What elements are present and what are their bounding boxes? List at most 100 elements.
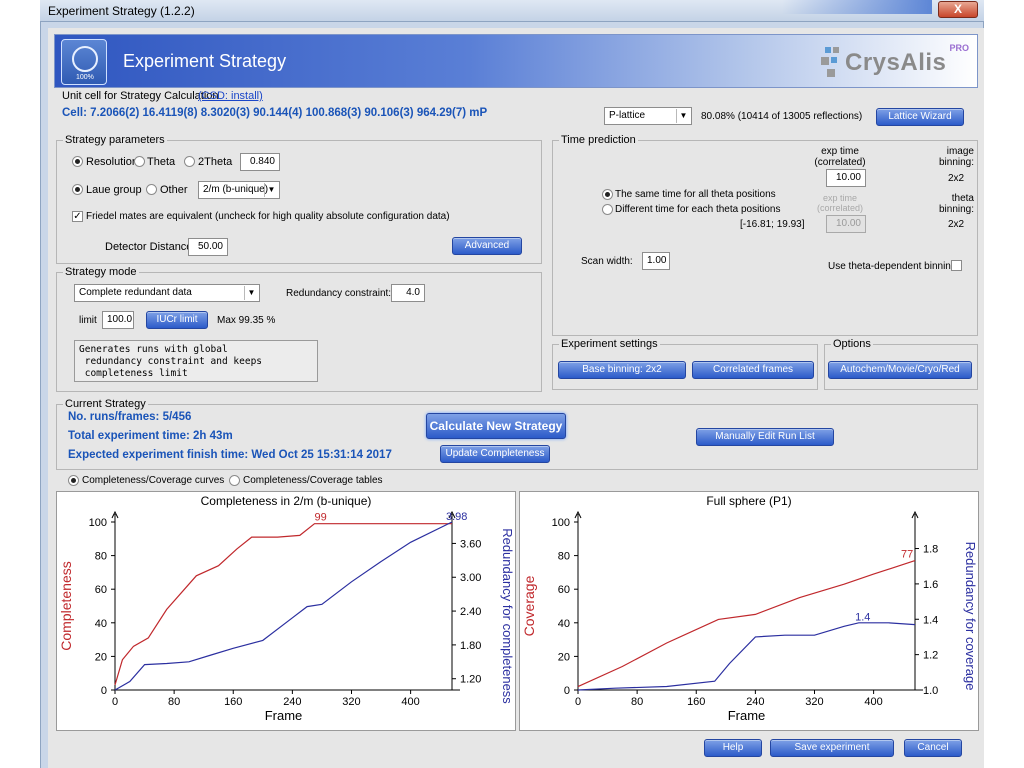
close-button[interactable]: X <box>938 1 978 18</box>
exp-time-header: exp time (correlated) <box>814 146 866 168</box>
series-end-label: 99 <box>315 512 327 524</box>
lattice-select[interactable]: P-lattice ▼ <box>604 107 692 125</box>
exp-time-input[interactable]: 10.00 <box>826 169 866 187</box>
x-tick-label: 400 <box>401 696 419 708</box>
x-tick-label: 240 <box>746 696 764 708</box>
laue-group-select[interactable]: 2/m (b-unique) ▼ <box>198 181 280 199</box>
curves-radio[interactable] <box>68 475 79 486</box>
autochem-button[interactable]: Autochem/Movie/Cryo/Red <box>828 361 972 379</box>
image-binning-header: image binning: <box>938 146 974 168</box>
strategy-mode-select[interactable]: Complete redundant data ▼ <box>74 284 260 302</box>
x-tick-label: 0 <box>112 696 118 708</box>
x-tick-label: 320 <box>805 696 823 708</box>
x-axis-label: Frame <box>265 708 303 723</box>
resolution-radio[interactable] <box>72 156 83 167</box>
theta-binning-value: 2x2 <box>948 219 965 230</box>
scan-width-input[interactable]: 1.00 <box>642 252 670 270</box>
detector-distance-label: Detector Distance <box>105 241 193 253</box>
save-experiment-button[interactable]: Save experiment <box>770 739 894 757</box>
iucr-limit-button[interactable]: IUCr limit <box>146 311 208 329</box>
crysalis-mark-icon <box>821 47 839 77</box>
y2-tick-label: 3.60 <box>460 538 481 550</box>
theta-dependent-checkbox[interactable] <box>951 260 962 271</box>
y-tick-label: 80 <box>558 551 570 563</box>
y-tick-label: 60 <box>95 584 107 596</box>
correlated-frames-button[interactable]: Correlated frames <box>692 361 814 379</box>
y-tick-label: 60 <box>558 584 570 596</box>
y-tick-label: 0 <box>564 685 570 697</box>
y2-tick-label: 2.40 <box>460 606 481 618</box>
resolution-input[interactable]: 0.840 <box>240 153 280 171</box>
completeness-series-line <box>577 560 916 688</box>
theta-radio[interactable] <box>134 156 145 167</box>
image-binning-value: 2x2 <box>948 173 965 184</box>
titlebar-highlight <box>782 0 932 14</box>
time-prediction-group: Time prediction <box>552 134 978 336</box>
x-tick-label: 400 <box>864 696 882 708</box>
theta-dependent-label: Use theta-dependent binning <box>828 261 957 272</box>
y-tick-label: 100 <box>552 517 570 529</box>
different-time-radio[interactable] <box>602 204 613 215</box>
y2-tick-label: 1.20 <box>460 674 481 686</box>
calculate-strategy-button[interactable]: Calculate New Strategy <box>426 413 566 439</box>
unit-cell-value: Cell: 7.2066(2) 16.4119(8) 8.3020(3) 90.… <box>62 107 488 119</box>
y2-tick-label: 1.0 <box>923 685 938 697</box>
same-time-radio[interactable] <box>602 189 613 200</box>
y2-axis-label: Redundancy for coverage <box>963 542 978 691</box>
coverage-chart: Full sphere (P1) 0 80 160 240 320 400 0 20 40 60 8… <box>519 491 979 731</box>
y2-tick-label: 1.8 <box>923 544 938 556</box>
y-tick-label: 40 <box>558 618 570 630</box>
two-theta-label: 2Theta <box>198 156 233 168</box>
base-binning-button[interactable]: Base binning: 2x2 <box>558 361 686 379</box>
redundancy-series-line <box>114 521 453 691</box>
x-tick-label: 0 <box>575 696 581 708</box>
csd-install-link[interactable]: (CSD: install) <box>198 90 263 102</box>
experiment-settings-title: Experiment settings <box>559 338 660 350</box>
max-completeness-label: Max 99.35 % <box>217 315 276 326</box>
two-theta-radio[interactable] <box>184 156 195 167</box>
runs-frames-text: No. runs/frames: 5/456 <box>68 411 192 423</box>
lattice-wizard-button[interactable]: Lattice Wizard <box>876 108 964 126</box>
y-tick-label: 40 <box>95 618 107 630</box>
redundancy-constraint-input[interactable]: 4.0 <box>391 284 425 302</box>
completeness-chart-plot: 0 80 160 240 320 400 0 20 40 60 80 100 1.20 1.80 2.40 3… <box>58 510 515 723</box>
strategy-description: Generates runs with global redundancy co… <box>74 340 318 382</box>
chevron-down-icon: ▼ <box>676 109 690 123</box>
help-button[interactable]: Help <box>704 739 762 757</box>
limit-input[interactable]: 100.0 <box>102 311 134 329</box>
theta-label: Theta <box>147 156 176 168</box>
strategy-mode-title: Strategy mode <box>63 266 139 278</box>
chevron-down-icon: ▼ <box>244 286 258 300</box>
y-axis-label: Coverage <box>521 575 537 636</box>
other-radio[interactable] <box>146 184 157 195</box>
friedel-checkbox[interactable]: ✓ <box>72 211 83 222</box>
update-completeness-button[interactable]: Update Completeness <box>440 445 550 463</box>
header-banner: 100% Experiment Strategy CrysAlis PRO <box>54 34 978 88</box>
coverage-chart-plot: 0 80 160 240 320 400 0 20 40 60 80 100 1.0 1.2 1.4 1.6 1… <box>521 510 978 723</box>
laue-group-radio[interactable] <box>72 184 83 195</box>
time-prediction-title: Time prediction <box>559 134 638 146</box>
tables-radio[interactable] <box>229 475 240 486</box>
series-end-label: 3.98 <box>446 511 467 523</box>
unit-cell-label: Unit cell for Strategy Calculation <box>62 90 219 102</box>
resolution-label: Resolution <box>86 156 138 168</box>
advanced-button[interactable]: Advanced <box>452 237 522 255</box>
y-tick-label: 100 <box>89 517 107 529</box>
redundancy-series-line <box>577 622 916 691</box>
lattice-select-value: P-lattice <box>609 110 646 121</box>
y2-axis-label: Redundancy for completeness <box>500 528 515 704</box>
laue-group-select-value: 2/m (b-unique) <box>203 184 269 195</box>
theta-binning-header: theta binning: <box>938 193 974 215</box>
x-tick-label: 80 <box>168 696 180 708</box>
tables-label: Completeness/Coverage tables <box>243 475 383 486</box>
total-time-text: Total experiment time: 2h 43m <box>68 430 233 442</box>
strategy-logo-icon: 100% <box>61 39 107 85</box>
logo-percent: 100% <box>76 74 94 81</box>
y2-tick-label: 1.2 <box>923 650 938 662</box>
different-time-label: Different time for each theta positions <box>615 204 781 215</box>
brand-name: CrysAlis <box>845 49 947 76</box>
scan-width-label: Scan width: <box>581 256 633 267</box>
cancel-button[interactable]: Cancel <box>904 739 962 757</box>
manual-edit-run-list-button[interactable]: Manually Edit Run List <box>696 428 834 446</box>
detector-distance-input[interactable]: 50.00 <box>188 238 228 256</box>
